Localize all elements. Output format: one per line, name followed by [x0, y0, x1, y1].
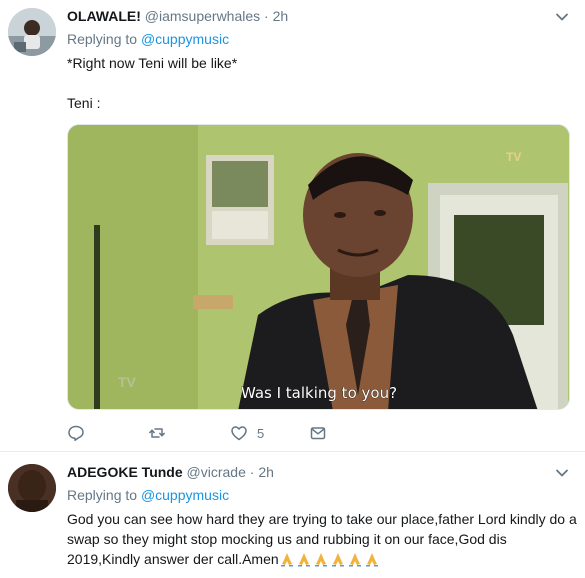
watermark-bottom: TV — [118, 374, 137, 390]
mention-link[interactable]: @cuppymusic — [141, 487, 229, 503]
user-handle[interactable]: @iamsuperwhales — [145, 8, 260, 24]
tweet-header: OLAWALE! @iamsuperwhales · 2h — [67, 6, 288, 26]
tweet[interactable]: ADEGOKE Tunde @vicrade · 2h Replying to … — [0, 453, 585, 578]
timestamp[interactable]: 2h — [258, 464, 274, 480]
folded-hands-icon — [348, 553, 361, 567]
tweet-text: God you can see how hard they are trying… — [67, 509, 577, 569]
heart-icon — [231, 426, 247, 441]
mention-link[interactable]: @cuppymusic — [141, 31, 229, 47]
tweet-header: ADEGOKE Tunde @vicrade · 2h — [67, 462, 274, 482]
reply-icon — [68, 425, 84, 441]
retweet-button[interactable] — [148, 422, 166, 444]
folded-hands-icon — [280, 553, 293, 567]
folded-hands-icon — [297, 553, 310, 567]
tweet-actions: 5 — [67, 422, 467, 444]
tweet-text: *Right now Teni will be like* — [67, 55, 238, 71]
replying-to: Replying to @cuppymusic — [67, 485, 229, 505]
watermark-top: TV — [506, 150, 521, 164]
folded-hands-icon — [365, 553, 378, 567]
replying-prefix: Replying to — [67, 31, 138, 47]
avatar[interactable] — [8, 464, 56, 512]
folded-hands-emoji-group — [279, 551, 381, 567]
like-count: 5 — [257, 425, 265, 441]
display-name[interactable]: OLAWALE! — [67, 8, 141, 24]
replying-to: Replying to @cuppymusic — [67, 29, 229, 49]
direct-message-button[interactable] — [309, 422, 327, 444]
separator-dot: · — [249, 464, 255, 480]
separator-dot: · — [264, 8, 269, 24]
tweet[interactable]: OLAWALE! @iamsuperwhales · 2h Replying t… — [0, 0, 585, 452]
folded-hands-icon — [314, 553, 327, 567]
like-button[interactable]: 5 — [230, 422, 264, 444]
tweet-media-image[interactable]: TV TV Was I talking to you? — [67, 124, 570, 410]
video-subtitle: Was I talking to you? — [241, 384, 397, 402]
user-handle[interactable]: @vicrade — [187, 464, 246, 480]
reply-button[interactable] — [67, 422, 85, 444]
chevron-down-icon[interactable] — [555, 466, 569, 480]
display-name[interactable]: ADEGOKE Tunde — [67, 464, 183, 480]
envelope-icon — [310, 427, 326, 440]
replying-prefix: Replying to — [67, 487, 138, 503]
retweet-icon — [149, 428, 165, 438]
avatar[interactable] — [8, 8, 56, 56]
chevron-down-icon[interactable] — [555, 10, 569, 24]
timestamp[interactable]: 2h — [273, 8, 289, 24]
folded-hands-icon — [331, 553, 344, 567]
tweet-text: Teni : — [67, 95, 101, 111]
